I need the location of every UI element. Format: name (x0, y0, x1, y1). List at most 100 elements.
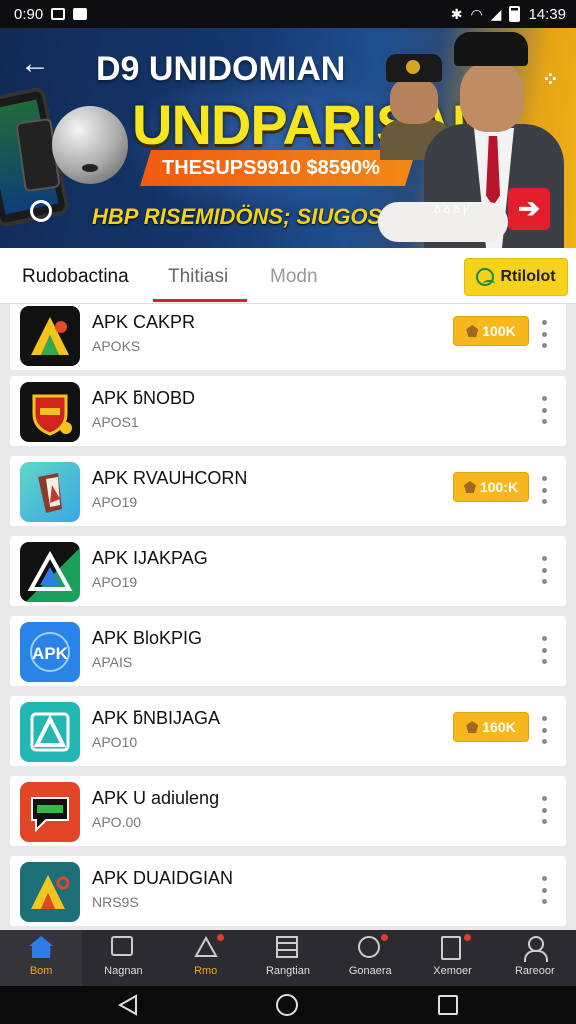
app-subtitle: APO.00 (92, 814, 142, 830)
status-time: 0:90 (14, 5, 44, 23)
banner-tagline: HBP RISEMIDÖNS; SIUGOSB (92, 204, 398, 229)
bottom-navigation: Bom Nagnan Rmo Rangtian Gonaera Xemoer R… (0, 930, 576, 986)
list-item[interactable]: APK APK BloKPIG APAIS (10, 616, 566, 686)
triangle-icon (194, 934, 224, 960)
nav-gonaera[interactable]: Gonaera (329, 930, 411, 986)
app-name: APK IJAKPAG (92, 548, 208, 568)
download-count-badge[interactable]: 100K (453, 316, 529, 346)
system-recents-icon[interactable] (438, 995, 458, 1015)
tab-thitiasi[interactable]: Thitiasi (168, 266, 228, 288)
download-count-badge[interactable]: 160K (453, 712, 529, 742)
app-name: APK U adiuleng (92, 788, 220, 808)
circle-icon (358, 934, 389, 960)
more-options-icon[interactable] (540, 636, 548, 664)
box-icon (466, 721, 479, 733)
app-subtitle: APO10 (92, 734, 138, 750)
list-item[interactable]: APK IJAKPAG APO19 (10, 536, 566, 606)
app-name: APK ƃNBIJAGA (92, 708, 221, 728)
nav-label: Rareoor (514, 965, 555, 977)
bluetooth-icon: ✱ (450, 5, 463, 22)
app-subtitle: APO19 (92, 494, 138, 510)
back-arrow-icon[interactable]: ← (20, 49, 54, 80)
nav-label: Nagnan (104, 965, 143, 977)
nav-home[interactable]: Bom (0, 930, 83, 986)
a-logo-icon (20, 306, 80, 366)
nav-rareoor[interactable]: Rareoor (494, 930, 576, 986)
box-icon (463, 481, 476, 493)
more-options-icon[interactable] (540, 796, 548, 824)
puzzle-logo-icon (20, 462, 80, 522)
banner-small-text: ꝺ ꝺ ꝺ Ꝩ (434, 204, 470, 216)
nav-label: Rangtian (265, 965, 310, 977)
tab-bar: Rudobactina Thitiasi Modn Rtilolot (0, 248, 576, 304)
app-subtitle: APOS1 (92, 414, 139, 430)
active-tab-indicator (153, 299, 247, 302)
status-bar: 0:90 ✱ ◠ ◢ 14:39 (0, 0, 576, 28)
follow-button[interactable]: Rtilolot (464, 258, 568, 296)
grid-icon (275, 936, 300, 960)
nav-label: Gonaera (348, 965, 392, 977)
inbox-icon (111, 936, 135, 960)
follow-button-label: Rtilolot (500, 268, 556, 285)
app-notification-icon (73, 8, 88, 20)
app-name: APK ƃNOBD (92, 388, 196, 408)
home-icon (29, 936, 54, 960)
more-options-icon[interactable] (540, 396, 548, 424)
download-count-badge[interactable]: 100:K (453, 472, 529, 502)
list-item[interactable]: APK ƃNOBD APOS1 (10, 376, 566, 446)
gallery-notification-icon (51, 8, 66, 20)
more-options-icon[interactable] (540, 876, 548, 904)
banner-dots-icon[interactable]: ⁘ (542, 70, 559, 90)
a-teal-logo-icon (20, 702, 80, 762)
banner-promo-ribbon: THESUPS9910 $8590% (140, 150, 416, 186)
apk-logo-icon: APK (20, 622, 80, 682)
nav-nagnan[interactable]: Nagnan (82, 930, 164, 986)
list-item[interactable]: APK DUAIDGIAN NRS9S (10, 856, 566, 926)
more-options-icon[interactable] (540, 476, 548, 504)
list-item[interactable]: APK U adiuleng APO.00 (10, 776, 566, 846)
wifi-icon: ◠ (470, 5, 483, 22)
user-icon (476, 268, 496, 286)
nav-xemoer[interactable]: Xemoer (411, 930, 493, 986)
signal-icon: ◢ (490, 5, 502, 22)
system-home-icon[interactable] (276, 994, 298, 1016)
camera-orb-image (52, 106, 128, 184)
app-subtitle: APO19 (92, 574, 138, 590)
nav-rangtian[interactable]: Rangtian (247, 930, 329, 986)
nav-label: Bom (29, 965, 53, 977)
battery-icon (509, 6, 521, 22)
more-options-icon[interactable] (540, 320, 548, 348)
banner-subtitle: D9 UNIDOMIAN (96, 50, 346, 88)
user-icon (523, 936, 548, 962)
box-icon (466, 325, 479, 337)
search-icon[interactable] (30, 200, 52, 222)
a-color-logo-icon (20, 862, 80, 922)
nav-label: Rmo (194, 965, 218, 977)
promo-banner[interactable]: ← D9 UNIDOMIAN UNDPARISAN THESUPS9910 $8… (0, 28, 576, 248)
app-list: APK CAKPR APOKS 100K APK ƃNOBD APOS1 APK… (0, 304, 576, 930)
banner-arrow-button[interactable]: ➔ (508, 188, 550, 230)
nav-rmo[interactable]: Rmo (165, 930, 247, 986)
app-subtitle: APAIS (92, 654, 133, 670)
system-navigation-bar (0, 986, 576, 1024)
more-options-icon[interactable] (540, 556, 548, 584)
status-clock: 14:39 (528, 5, 566, 23)
app-name: APK CAKPR (92, 312, 196, 332)
shield-logo-icon (20, 382, 80, 442)
app-subtitle: APOKS (92, 338, 141, 354)
document-icon (440, 934, 471, 960)
chat-logo-icon (20, 782, 80, 842)
app-name: APK DUAIDGIAN (92, 868, 234, 888)
app-store-logo-icon (20, 542, 80, 602)
more-options-icon[interactable] (540, 716, 548, 744)
tab-modn[interactable]: Modn (270, 266, 318, 288)
list-item[interactable]: APK ƃNBIJAGA APO10 160K (10, 696, 566, 766)
tab-rudobactina[interactable]: Rudobactina (22, 266, 129, 288)
app-subtitle: NRS9S (92, 894, 139, 910)
list-item[interactable]: APK CAKPR APOKS 100K (10, 304, 566, 370)
app-name: APK BloKPIG (92, 628, 203, 648)
list-item[interactable]: APK RVAUHCORN APO19 100:K (10, 456, 566, 526)
nav-label: Xemoer (433, 965, 472, 977)
svg-text:APK: APK (32, 644, 69, 663)
system-back-icon[interactable] (117, 994, 138, 1016)
